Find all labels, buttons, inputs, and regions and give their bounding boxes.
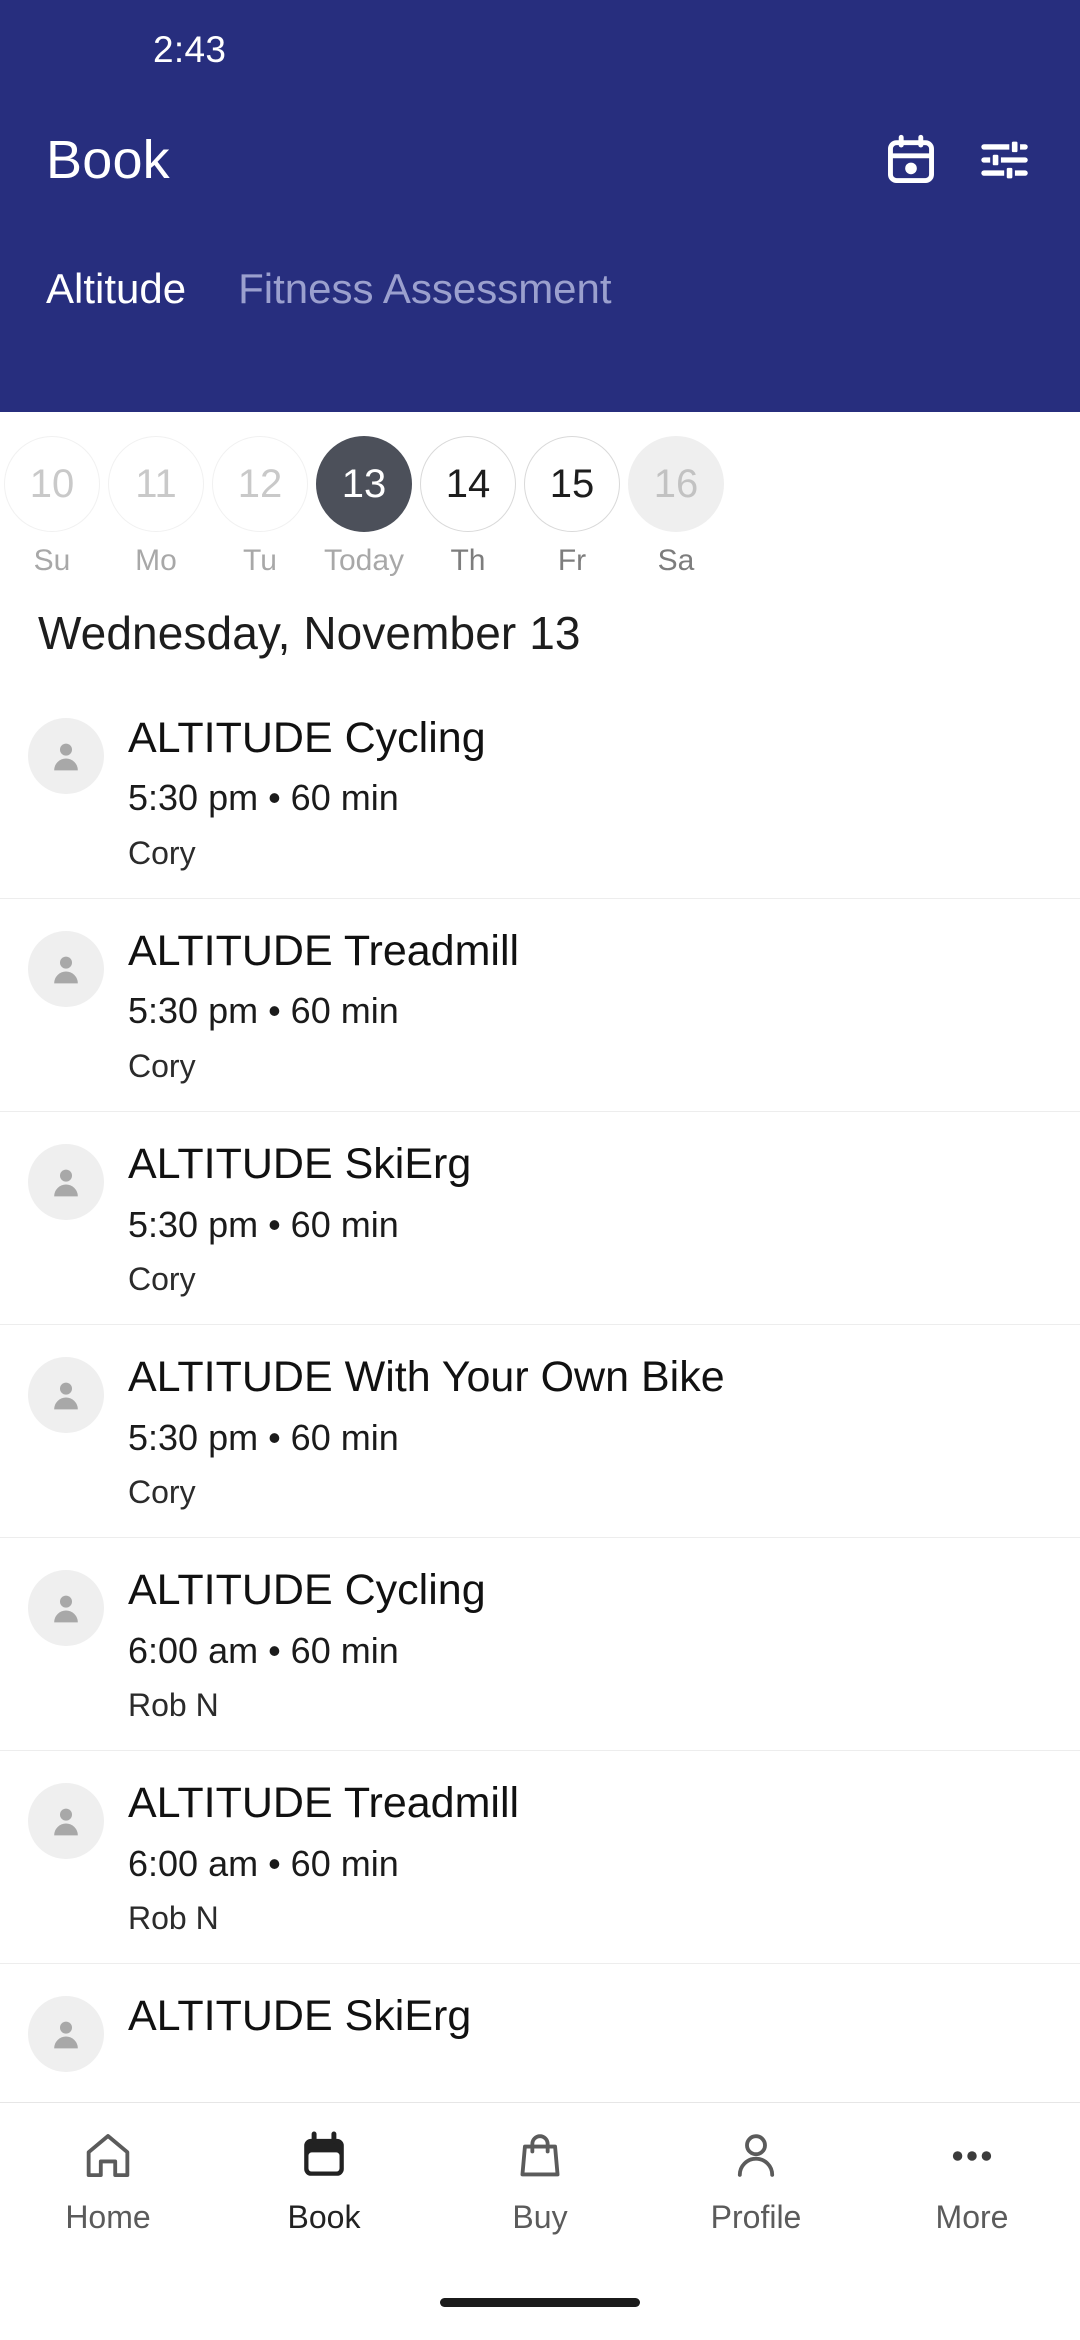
instructor-avatar-icon (28, 931, 104, 1008)
class-list-item[interactable]: ALTITUDE Cycling 5:30 pm • 60 min Cory (0, 686, 1080, 898)
date-circle: 16 (628, 436, 724, 532)
nav-item-more[interactable]: More (864, 2125, 1080, 2236)
date-weekday-label: Fr (557, 544, 587, 577)
date-circle: 12 (212, 436, 308, 532)
instructor-avatar-icon (28, 1783, 104, 1860)
class-title: ALTITUDE With Your Own Bike (128, 1353, 725, 1402)
class-time-duration: 5:30 pm • 60 min (128, 1203, 399, 1245)
class-instructor-name: Cory (128, 1047, 196, 1084)
home-indicator (440, 2298, 640, 2307)
selected-date-heading: Wednesday, November 13 (38, 607, 581, 659)
class-title: ALTITUDE SkiErg (128, 1992, 472, 2041)
class-instructor-name: Cory (128, 1260, 196, 1297)
class-title: ALTITUDE Treadmill (128, 1779, 520, 1828)
class-time-duration: 5:30 pm • 60 min (128, 990, 399, 1032)
instructor-avatar-icon (28, 1996, 104, 2073)
class-info: ALTITUDE With Your Own Bike 5:30 pm • 60 … (128, 1351, 1050, 1511)
class-time-duration: 5:30 pm • 60 min (128, 777, 399, 819)
date-circle: 13 (316, 436, 412, 532)
class-info: ALTITUDE Treadmill 6:00 am • 60 min Rob N (128, 1777, 1050, 1937)
date-strip[interactable]: 10 Su 11 Mo 12 Tu 13 Today 14 Th 15 Fr 16 Sa (0, 412, 1080, 580)
class-instructor-name: Rob N (128, 1686, 219, 1723)
class-info: ALTITUDE SkiErg 5:30 pm • 60 min Cory (128, 1138, 1050, 1298)
app-bar: Book (0, 100, 1080, 220)
home-icon (81, 2125, 135, 2187)
calendar-icon (297, 2125, 351, 2187)
instructor-avatar-icon (28, 1357, 104, 1434)
nav-item-book[interactable]: Book (216, 2125, 432, 2236)
date-weekday-label: Th (450, 544, 486, 577)
class-title: ALTITUDE Treadmill (128, 927, 520, 976)
instructor-avatar-icon (28, 718, 104, 794)
app-header: 2:43 Book Altitude Fitness Assessment (0, 0, 1080, 412)
class-instructor-name: Rob N (128, 1899, 219, 1936)
instructor-avatar-icon (28, 1144, 104, 1221)
bottom-navigation[interactable]: Home Book Buy Profile More (0, 2102, 1080, 2292)
date-weekday-label: Today (323, 544, 405, 577)
ellipsis-icon (945, 2125, 999, 2187)
date-circle: 15 (524, 436, 620, 532)
date-weekday-label: Su (33, 544, 71, 577)
class-list-item[interactable]: ALTITUDE Treadmill 5:30 pm • 60 min Cory (0, 898, 1080, 1111)
date-weekday-label: Tu (243, 544, 277, 577)
date-weekday-label: Sa (657, 544, 695, 577)
date-weekday-label: Mo (135, 544, 177, 577)
class-title: ALTITUDE Cycling (128, 714, 486, 762)
class-list-item[interactable]: ALTITUDE SkiErg (0, 1963, 1080, 2102)
class-list-item[interactable]: ALTITUDE SkiErg 5:30 pm • 60 min Cory (0, 1111, 1080, 1324)
tab-altitude[interactable]: Altitude (46, 265, 186, 322)
class-instructor-name: Cory (128, 1473, 196, 1510)
home-indicator-area (0, 2292, 1080, 2340)
class-info: ALTITUDE Treadmill 5:30 pm • 60 min Cory (128, 925, 1050, 1085)
class-list-item[interactable]: ALTITUDE Treadmill 6:00 am • 60 min Rob N (0, 1750, 1080, 1963)
date-cell-14[interactable]: 14 Th (416, 436, 520, 578)
person-icon (729, 2125, 783, 2187)
class-time-duration: 6:00 am • 60 min (128, 1842, 399, 1884)
nav-item-home[interactable]: Home (0, 2125, 216, 2236)
class-info: ALTITUDE Cycling 5:30 pm • 60 min Cory (128, 712, 1050, 872)
nav-label-profile: Profile (710, 2199, 802, 2235)
class-instructor-name: Cory (128, 834, 196, 871)
nav-label-home: Home (65, 2199, 151, 2235)
status-bar-clock: 2:43 (153, 29, 227, 70)
nav-item-buy[interactable]: Buy (432, 2125, 648, 2236)
class-time-duration: 6:00 am • 60 min (128, 1629, 399, 1671)
class-list-item[interactable]: ALTITUDE With Your Own Bike 5:30 pm • 60 … (0, 1324, 1080, 1537)
class-list-item[interactable]: ALTITUDE Cycling 6:00 am • 60 min Rob N (0, 1537, 1080, 1750)
app-screen: 2:43 Book Altitude Fitness Assessment 10… (0, 0, 1080, 2340)
date-circle: 14 (420, 436, 516, 532)
date-cell-13[interactable]: 13 Today (312, 436, 416, 578)
category-tabs: Altitude Fitness Assessment (0, 220, 1080, 322)
page-title: Book (46, 130, 170, 190)
app-bar-actions (880, 129, 1036, 191)
date-cell-16: 16 Sa (624, 436, 728, 578)
tab-fitness-assessment[interactable]: Fitness Assessment (238, 265, 611, 322)
calendar-icon[interactable] (880, 129, 942, 191)
date-circle: 11 (108, 436, 204, 532)
filter-sliders-icon[interactable] (974, 129, 1036, 191)
class-info: ALTITUDE Cycling 6:00 am • 60 min Rob N (128, 1564, 1050, 1724)
nav-label-more: More (935, 2199, 1009, 2235)
class-list[interactable]: ALTITUDE Cycling 5:30 pm • 60 min Cory ALTI… (0, 686, 1080, 2102)
date-cell-11[interactable]: 11 Mo (104, 436, 208, 578)
nav-item-profile[interactable]: Profile (648, 2125, 864, 2236)
class-info: ALTITUDE SkiErg (128, 1990, 1050, 2042)
shopping-bag-icon (513, 2125, 567, 2187)
status-bar: 2:43 (0, 0, 1080, 100)
nav-label-book: Book (287, 2199, 361, 2235)
class-title: ALTITUDE SkiErg (128, 1140, 472, 1189)
nav-label-buy: Buy (512, 2199, 568, 2235)
class-title: ALTITUDE Cycling (128, 1566, 486, 1615)
instructor-avatar-icon (28, 1570, 104, 1647)
date-cell-10[interactable]: 10 Su (0, 436, 104, 578)
date-cell-12[interactable]: 12 Tu (208, 436, 312, 578)
class-time-duration: 5:30 pm • 60 min (128, 1416, 399, 1458)
date-cell-15[interactable]: 15 Fr (520, 436, 624, 578)
date-circle: 10 (4, 436, 100, 532)
